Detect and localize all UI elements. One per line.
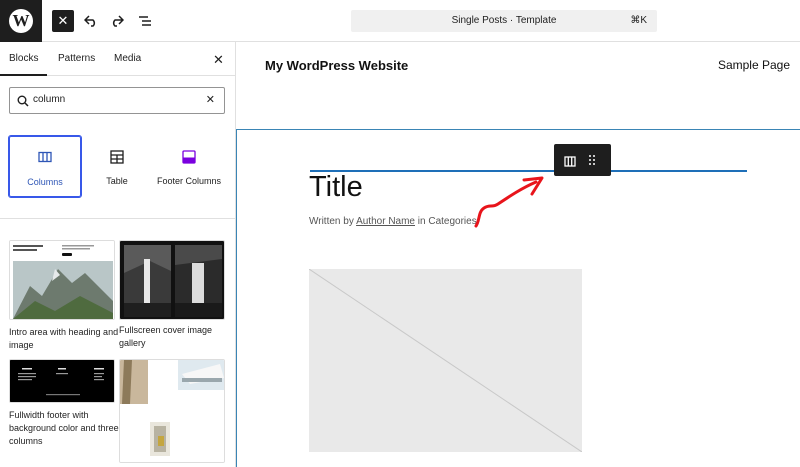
table-icon [81, 150, 153, 164]
post-byline[interactable]: Written by Author Name in Categories [309, 216, 477, 227]
columns-icon[interactable] [564, 154, 576, 172]
redo-icon[interactable] [106, 10, 128, 32]
wordpress-logo-icon: W [9, 9, 33, 33]
columns-icon [10, 151, 80, 165]
block-table[interactable]: Table [81, 136, 153, 197]
placeholder-diagonal [308, 268, 583, 453]
block-label: Columns [27, 177, 63, 187]
pattern-thumbnail [9, 359, 115, 403]
pattern-label: Fullwidth footer with background color a… [9, 410, 119, 446]
pattern-thumbnail [119, 359, 225, 463]
post-title[interactable]: Title [309, 171, 363, 204]
tab-media[interactable]: Media [114, 53, 141, 64]
template-title: Single Posts · Template [451, 15, 557, 26]
nav-link-sample-page[interactable]: Sample Page [718, 58, 790, 72]
featured-image-placeholder[interactable] [308, 268, 583, 453]
block-columns[interactable]: Columns [8, 135, 82, 198]
site-title[interactable]: My WordPress Website [265, 58, 408, 73]
undo-icon[interactable] [80, 10, 102, 32]
inserter-tabs: Blocks Patterns Media ✕ [0, 42, 236, 76]
pattern-label: Fullscreen cover image gallery [119, 325, 213, 348]
clear-search-icon[interactable]: ✕ [206, 93, 215, 106]
byline-prefix: Written by [309, 216, 354, 227]
pattern-thumbnail [119, 240, 225, 320]
drag-handle-icon[interactable] [588, 153, 596, 171]
block-label: Table [106, 176, 128, 186]
list-view-icon[interactable] [134, 10, 156, 32]
block-label: Footer Columns [156, 176, 222, 186]
tab-blocks[interactable]: Blocks [0, 53, 49, 76]
search-input[interactable] [33, 94, 203, 105]
search-icon [17, 94, 29, 112]
pattern-label: Intro area with heading and image [9, 327, 119, 350]
site-header: My WordPress Website Sample Page [236, 42, 800, 130]
wordpress-logo-button[interactable]: W [0, 0, 42, 42]
tab-patterns[interactable]: Patterns [58, 53, 95, 64]
pattern-thumbnail [9, 240, 115, 320]
annotation-arrow-icon [474, 176, 544, 228]
author-link[interactable]: Author Name [356, 216, 415, 227]
block-search-field[interactable]: ✕ [9, 87, 225, 114]
section-divider [0, 218, 236, 219]
byline-suffix: in Categories [417, 216, 477, 227]
block-footer-columns[interactable]: Footer Columns [153, 136, 225, 197]
block-inserter-panel: Blocks Patterns Media ✕ ✕ Columns Table … [0, 42, 236, 467]
close-icon[interactable]: ✕ [213, 52, 224, 68]
command-palette-bar[interactable]: Single Posts · Template ⌘K [351, 10, 657, 32]
close-inserter-button[interactable]: ✕ [52, 10, 74, 32]
command-shortcut: ⌘K [630, 15, 647, 26]
editor-top-toolbar: W ✕ Single Posts · Template ⌘K [0, 0, 800, 42]
footer-columns-icon [153, 150, 225, 164]
block-toolbar [554, 144, 611, 176]
